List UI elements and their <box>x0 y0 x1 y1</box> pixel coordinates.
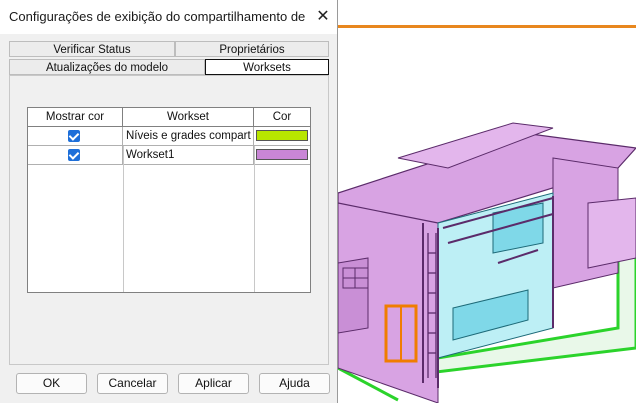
tab-verificar-status[interactable]: Verificar Status <box>9 41 175 57</box>
ok-button[interactable]: OK <box>16 373 87 394</box>
dialog-title: Configurações de exibição do compartilha… <box>9 9 305 24</box>
dialog-titlebar: Configurações de exibição do compartilha… <box>0 0 337 34</box>
column-header-cor[interactable]: Cor <box>254 108 310 127</box>
color-swatch[interactable] <box>256 149 308 160</box>
table-row: Workset1 <box>28 146 310 165</box>
cancel-button[interactable]: Cancelar <box>97 373 168 394</box>
worksharing-display-settings-dialog: Configurações de exibição do compartilha… <box>0 0 338 403</box>
show-color-cell <box>28 127 123 145</box>
tab-atualizacoes-do-modelo[interactable]: Atualizações do modelo <box>9 59 205 75</box>
color-cell[interactable] <box>254 146 310 164</box>
building-3d-model[interactable] <box>338 28 636 403</box>
workset-name-cell: Workset1 <box>123 146 254 164</box>
column-header-workset[interactable]: Workset <box>123 108 254 127</box>
column-divider <box>123 146 124 292</box>
help-button[interactable]: Ajuda <box>259 373 330 394</box>
column-divider <box>254 146 255 292</box>
tab-worksets[interactable]: Worksets <box>205 59 329 75</box>
column-header-mostrar-cor[interactable]: Mostrar cor <box>28 108 123 127</box>
table-row: Níveis e grades compart <box>28 127 310 146</box>
close-icon[interactable]: ✕ <box>312 6 334 28</box>
workset-name-cell: Níveis e grades compart <box>123 127 254 145</box>
color-swatch[interactable] <box>256 130 308 141</box>
show-color-checkbox[interactable] <box>68 130 80 142</box>
worksets-table: Mostrar cor Workset Cor Níveis e grades … <box>27 107 311 293</box>
apply-button[interactable]: Aplicar <box>178 373 249 394</box>
show-color-checkbox[interactable] <box>68 149 80 161</box>
tab-proprietarios[interactable]: Proprietários <box>175 41 329 57</box>
color-cell[interactable] <box>254 127 310 145</box>
show-color-cell <box>28 146 123 164</box>
